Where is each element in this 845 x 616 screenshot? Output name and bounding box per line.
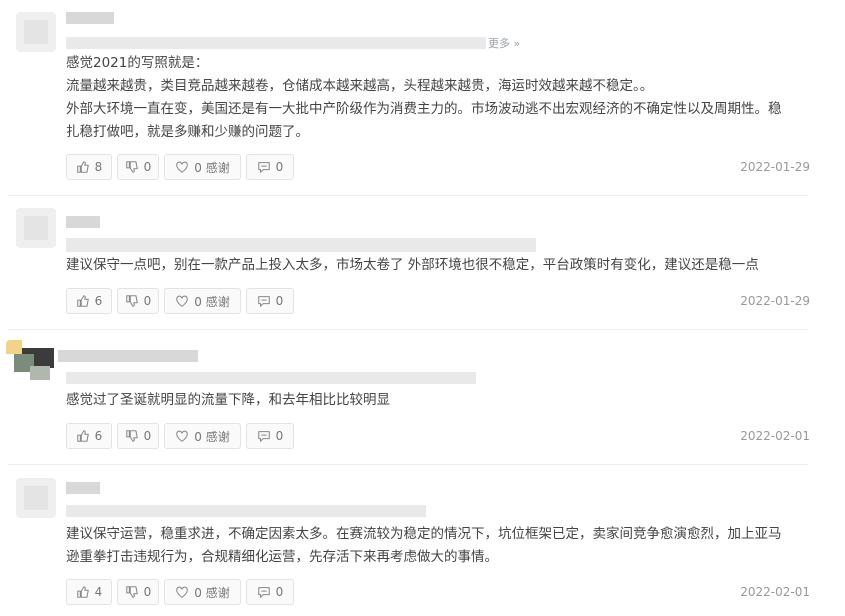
avatar[interactable] — [16, 478, 56, 518]
dislike-button[interactable]: 0 — [117, 288, 159, 314]
like-button[interactable]: 6 — [66, 423, 112, 449]
dislike-count: 0 — [143, 294, 152, 308]
thumbs-down-icon — [125, 430, 138, 442]
heart-icon — [176, 586, 189, 598]
divider — [8, 464, 808, 465]
reply-count: 0 — [275, 585, 284, 599]
like-count: 4 — [94, 585, 103, 599]
thumbs-up-icon — [76, 430, 89, 442]
comment-icon — [257, 431, 270, 442]
comment-date: 2022-02-01 — [740, 429, 810, 443]
user-meta-blurred — [66, 372, 476, 384]
thanks-button[interactable]: 0 感谢 — [164, 579, 241, 605]
divider — [8, 329, 808, 330]
thumbs-up-icon — [76, 586, 89, 598]
avatar[interactable] — [6, 340, 54, 384]
user-meta-blurred — [66, 37, 486, 49]
like-button[interactable]: 6 — [66, 288, 112, 314]
user-meta-blurred — [66, 238, 536, 252]
heart-icon — [176, 430, 189, 442]
avatar[interactable] — [16, 12, 56, 52]
thumbs-down-icon — [125, 161, 138, 173]
reply-count: 0 — [275, 294, 284, 308]
heart-icon — [176, 161, 189, 173]
comment-text: 感觉2021的写照就是： 流量越来越贵，类目竞品越来越卷，仓储成本越来越高，头程… — [66, 55, 782, 140]
thumbs-down-icon — [125, 295, 138, 307]
dislike-button[interactable]: 0 — [117, 579, 159, 605]
username-blurred[interactable] — [58, 350, 198, 362]
username-blurred[interactable] — [66, 482, 100, 494]
reply-button[interactable]: 0 — [246, 423, 294, 449]
like-count: 8 — [94, 160, 103, 174]
dislike-count: 0 — [143, 429, 152, 443]
reply-count: 0 — [275, 429, 284, 443]
dislike-count: 0 — [143, 160, 152, 174]
dislike-button[interactable]: 0 — [117, 423, 159, 449]
username-blurred[interactable] — [66, 12, 114, 24]
heart-icon — [176, 295, 189, 307]
thanks-label: 0 感谢 — [194, 429, 230, 444]
username-blurred[interactable] — [66, 216, 100, 228]
thanks-button[interactable]: 0 感谢 — [164, 154, 241, 180]
reply-button[interactable]: 0 — [246, 579, 294, 605]
user-meta-blurred — [66, 505, 426, 517]
thanks-button[interactable]: 0 感谢 — [164, 288, 241, 314]
reply-button[interactable]: 0 — [246, 154, 294, 180]
comment-date: 2022-01-29 — [740, 294, 810, 308]
thumbs-up-icon — [76, 161, 89, 173]
comment-text: 建议保守运营，稳重求进，不确定因素太多。在赛流较为稳定的情况下，坑位框架已定，卖… — [66, 526, 782, 565]
thanks-label: 0 感谢 — [194, 294, 230, 309]
more-link[interactable]: 更多 » — [488, 35, 520, 51]
avatar[interactable] — [16, 208, 56, 248]
comment-date: 2022-01-29 — [740, 160, 810, 174]
thanks-label: 0 感谢 — [194, 160, 230, 175]
comment-text: 建议保守一点吧，别在一款产品上投入太多，市场太卷了 外部环境也很不稳定，平台政策… — [66, 257, 759, 273]
like-count: 6 — [94, 429, 103, 443]
thanks-label: 0 感谢 — [194, 585, 230, 600]
like-button[interactable]: 8 — [66, 154, 112, 180]
dislike-button[interactable]: 0 — [117, 154, 159, 180]
thumbs-down-icon — [125, 586, 138, 598]
reply-button[interactable]: 0 — [246, 288, 294, 314]
dislike-count: 0 — [143, 585, 152, 599]
divider — [8, 195, 808, 196]
thumbs-up-icon — [76, 295, 89, 307]
comment-icon — [257, 296, 270, 307]
like-button[interactable]: 4 — [66, 579, 112, 605]
comment-date: 2022-02-01 — [740, 585, 810, 599]
comment-text: 感觉过了圣诞就明显的流量下降，和去年相比比较明显 — [66, 392, 390, 408]
comment-icon — [257, 587, 270, 598]
thanks-button[interactable]: 0 感谢 — [164, 423, 241, 449]
comment-icon — [257, 162, 270, 173]
reply-count: 0 — [275, 160, 284, 174]
like-count: 6 — [94, 294, 103, 308]
